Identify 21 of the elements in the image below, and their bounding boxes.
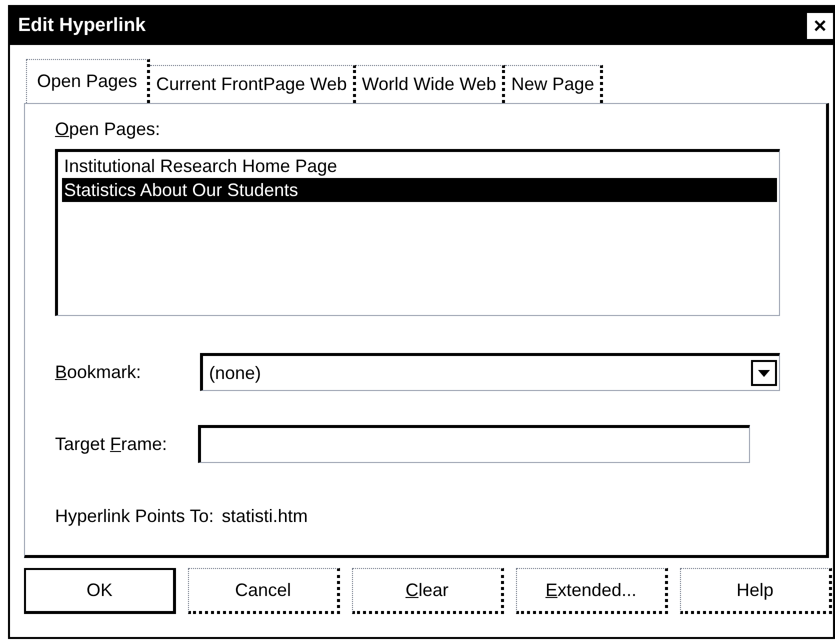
dialog-button[interactable]: OK <box>24 568 176 614</box>
target-frame-field[interactable] <box>198 425 750 463</box>
dialog-button[interactable]: Cancel <box>188 568 340 614</box>
tab[interactable]: World Wide Web <box>356 65 506 103</box>
list-label: Open Pages: <box>55 118 162 141</box>
dialog-button[interactable]: Help <box>680 568 832 614</box>
list-item[interactable]: Institutional Research Home Page <box>62 154 777 178</box>
close-button[interactable]: × <box>807 13 833 39</box>
window-title: Edit Hyperlink <box>18 14 146 38</box>
tab[interactable]: Current FrontPage Web <box>150 65 356 103</box>
dialog-button[interactable]: Clear <box>352 568 504 614</box>
points-to-label: Hyperlink Points To: <box>55 505 214 528</box>
bookmark-label: Bookmark: <box>55 360 142 384</box>
list-item[interactable]: Statistics About Our Students <box>62 178 777 202</box>
dropdown-value: (none) <box>209 362 262 385</box>
dialog-button[interactable]: Extended... <box>516 568 668 614</box>
tab[interactable]: New Page <box>505 65 604 103</box>
tab[interactable]: Open Pages <box>26 59 150 103</box>
bookmark-dropdown[interactable]: (none) <box>200 353 780 391</box>
points-to-value: statisti.htm <box>222 505 308 528</box>
target-frame-label: Target Frame: <box>55 432 168 456</box>
